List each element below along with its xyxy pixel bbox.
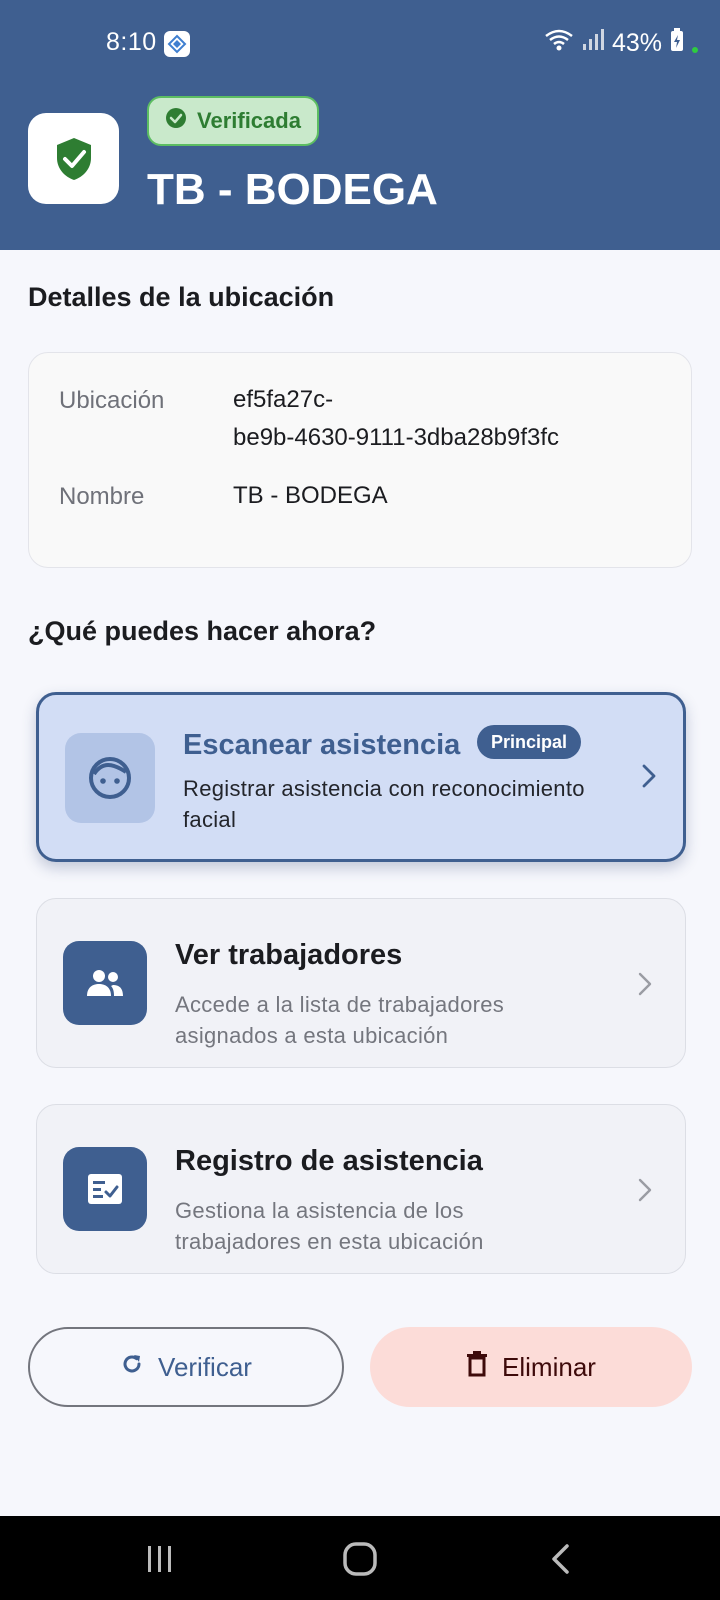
verified-badge: Verificada — [147, 96, 319, 146]
app-notification-icon — [164, 31, 190, 57]
view-workers-card[interactable]: Ver trabajadores Accede a la lista de tr… — [36, 898, 686, 1068]
system-navigation-bar — [0, 1516, 720, 1600]
app-header: 8:10 43% Verificada TB - BODEGA — [0, 0, 720, 250]
chevron-right-icon — [633, 1175, 657, 1205]
verify-button[interactable]: Verificar — [28, 1327, 344, 1407]
refresh-icon — [120, 1352, 144, 1383]
scan-attendance-card[interactable]: Escanear asistencia Principal Registrar … — [36, 692, 686, 862]
chevron-right-icon — [637, 761, 661, 791]
face-icon — [65, 733, 155, 823]
location-id-value: ef5fa27c- be9b-4630-9111-3dba28b9f3fc — [233, 381, 673, 457]
delete-button[interactable]: Eliminar — [370, 1327, 692, 1407]
battery-percent: 43% — [611, 28, 662, 57]
attendance-log-description: Gestiona la asistencia de los trabajador… — [175, 1198, 484, 1254]
status-icons: 43% — [544, 27, 698, 59]
status-bar: 8:10 43% — [0, 0, 720, 88]
battery-charging-icon — [670, 27, 684, 59]
verified-label: Verificada — [197, 108, 301, 133]
shield-check-icon — [28, 113, 119, 204]
name-value: TB - BODEGA — [233, 482, 388, 509]
attendance-log-title: Registro de asistencia — [175, 1145, 483, 1177]
people-icon — [63, 941, 147, 1025]
page-title: TB - BODEGA — [147, 165, 438, 214]
privacy-dot — [692, 47, 698, 53]
location-id-label: Ubicación — [59, 387, 165, 414]
details-card: Ubicación ef5fa27c- be9b-4630-9111-3dba2… — [28, 352, 692, 568]
location-id-line2: be9b-4630-9111-3dba28b9f3fc — [233, 424, 560, 451]
checklist-icon — [63, 1147, 147, 1231]
signal-icon — [582, 28, 604, 59]
name-label: Nombre — [59, 483, 145, 510]
delete-label: Eliminar — [502, 1351, 596, 1382]
attendance-log-card[interactable]: Registro de asistencia Gestiona la asist… — [36, 1104, 686, 1274]
back-icon[interactable] — [540, 1542, 580, 1576]
wifi-icon — [544, 28, 574, 59]
status-time: 8:10 — [106, 28, 157, 56]
home-icon[interactable] — [340, 1542, 380, 1576]
trash-icon — [466, 1350, 488, 1384]
scan-attendance-description: Registrar asistencia con reconocimiento … — [183, 776, 585, 832]
verify-label: Verificar — [158, 1351, 252, 1382]
scan-attendance-title: Escanear asistencia — [183, 729, 461, 761]
chevron-right-icon — [633, 969, 657, 999]
view-workers-title: Ver trabajadores — [175, 939, 403, 971]
location-id-line1: ef5fa27c- — [233, 386, 334, 413]
recent-apps-icon[interactable] — [140, 1542, 180, 1576]
details-section-title: Detalles de la ubicación — [28, 282, 335, 312]
principal-badge: Principal — [477, 725, 582, 759]
check-circle-icon — [165, 107, 187, 135]
actions-section-title: ¿Qué puedes hacer ahora? — [28, 616, 377, 646]
view-workers-description: Accede a la lista de trabajadores asigna… — [175, 992, 505, 1048]
